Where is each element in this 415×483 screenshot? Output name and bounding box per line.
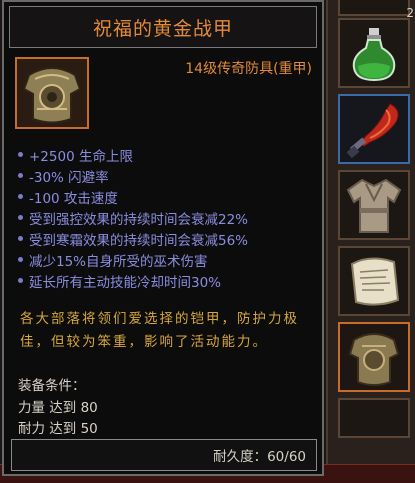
item-title: 祝福的黄金战甲 [92,17,233,40]
inventory-slot-top[interactable] [338,0,410,16]
affix-line: 受到强控效果的持续时间会衰减22% [16,207,316,228]
affix-text: 减少15%自身所受的巫术伤害 [29,253,208,270]
bullet-icon [18,236,23,241]
red-sword-icon [346,103,399,159]
affix-text: +2500 生命上限 [29,148,133,165]
bullet-icon [18,215,23,220]
durability-value: 耐久度：60/60 [213,449,306,465]
affix-line: 受到寒霜效果的持续时间会衰减56% [16,228,316,249]
potion-count: 2 [406,6,414,20]
inventory-slot-robe[interactable] [338,170,410,240]
inventory-slot-armor[interactable] [338,322,410,392]
inventory-slot-bottom[interactable] [338,398,410,438]
affix-text: -100 攻击速度 [29,190,118,207]
durability-box: 耐久度：60/60 [11,439,317,471]
inventory-slot-scroll[interactable] [338,246,410,316]
inventory-slot-sword[interactable] [338,94,410,164]
inventory-strip: 2 [326,0,415,482]
scroll-icon [350,257,400,306]
bullet-icon [18,194,23,199]
cloth-robe-icon [346,178,402,233]
item-tooltip: 祝福的黄金战甲 14级传奇防具(重甲) +2500 生命上限 -30% 闪避率 … [2,0,324,476]
affix-text: 受到寒霜效果的持续时间会衰减56% [29,232,249,249]
item-type: 14级传奇防具(重甲) [185,61,312,77]
bullet-icon [18,257,23,262]
affix-text: 延长所有主动技能冷却时间30% [29,274,222,291]
bullet-icon [18,152,23,157]
bullet-icon [18,173,23,178]
affix-list: +2500 生命上限 -30% 闪避率 -100 攻击速度 受到强控效果的持续时… [16,144,316,291]
affix-text: -30% 闪避率 [29,169,109,186]
item-title-box: 祝福的黄金战甲 [9,6,317,48]
flavor-line: 佳，但较为笨重，影响了活动能力。 [20,334,268,350]
requirement-stamina: 耐力 达到 50 [18,421,98,437]
affix-line: -100 攻击速度 [16,186,316,207]
requirements-title: 装备条件： [18,378,86,394]
affix-line: 减少15%自身所受的巫术伤害 [16,249,316,270]
affix-line: -30% 闪避率 [16,165,316,186]
affix-text: 受到强控效果的持续时间会衰减22% [29,211,249,228]
affix-line: 延长所有主动技能冷却时间30% [16,270,316,291]
golden-armor-icon [22,67,82,124]
green-potion-icon [352,28,396,82]
requirement-strength: 力量 达到 80 [18,400,98,416]
affix-line: +2500 生命上限 [16,144,316,165]
item-icon-frame [15,57,89,129]
inventory-slot-potion[interactable]: 2 [338,6,414,88]
golden-armor-icon [348,333,400,386]
flavor-text: 各大部落将领们爱选择的铠甲，防护力极 佳，但较为笨重，影响了活动能力。 [20,308,312,354]
flavor-line: 各大部落将领们爱选择的铠甲，防护力极 [20,311,299,327]
bullet-icon [18,278,23,283]
